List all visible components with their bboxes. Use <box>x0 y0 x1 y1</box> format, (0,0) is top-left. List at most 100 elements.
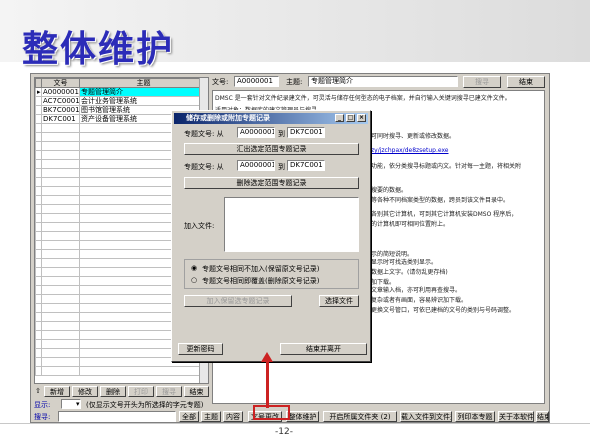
content-line: DMSC 是一套针对文件纪录建文件，可灵活与储存任何型态的电子档案，并自行输入关… <box>215 95 511 102</box>
doc-no-field[interactable]: A0000001 <box>234 76 279 87</box>
update-password-button[interactable]: 更新密码 <box>178 343 223 355</box>
page-number: -12- <box>275 427 293 437</box>
empty-cell <box>41 330 80 340</box>
empty-cell <box>41 231 80 241</box>
empty-cell <box>41 150 80 160</box>
range-from-2[interactable]: A0000001 <box>237 160 275 171</box>
maintenance-button[interactable]: 整体维护 <box>286 411 319 422</box>
empty-cell <box>41 321 80 331</box>
empty-cell <box>41 348 80 358</box>
slide-title: 整体维护 <box>22 29 175 70</box>
search-all-button[interactable]: 全部 <box>179 411 199 422</box>
content-line: 文章输入档，亦可利用再查搜寻。 <box>371 287 462 294</box>
up-arrow-icon[interactable]: ⇧ <box>35 387 41 395</box>
about-button[interactable]: 关于本软件 <box>498 411 534 422</box>
empty-cell <box>41 366 80 376</box>
minimize-icon[interactable]: _ <box>335 114 344 122</box>
close-top-button[interactable]: 结束 <box>507 76 545 88</box>
empty-cell <box>41 312 80 322</box>
finish-exit-button[interactable]: 结束并离开 <box>280 343 367 355</box>
maximize-icon[interactable]: □ <box>346 114 355 122</box>
empty-cell <box>41 123 80 133</box>
empty-cell <box>41 186 80 196</box>
empty-cell <box>41 168 80 178</box>
radio-skip-icon[interactable]: ◉ <box>191 264 197 272</box>
search-content-button[interactable]: 内容 <box>223 411 243 422</box>
cell-no: A0000001 <box>41 87 80 97</box>
display-label: 显示: <box>34 401 51 409</box>
empty-cell <box>41 276 80 286</box>
table-row <box>35 366 208 376</box>
range-label-2: 专题文号: 从 <box>184 163 224 171</box>
radio-overwrite-icon[interactable]: ○ <box>191 276 197 284</box>
pointer-arrow <box>266 358 269 408</box>
cell-title: 专题管理简介 <box>79 87 208 97</box>
delete-button[interactable]: 删除 <box>100 386 126 397</box>
load-file-button[interactable]: 载入文件到文件夹 <box>400 411 452 422</box>
cell-no: BK7C0001 <box>41 105 80 115</box>
empty-cell <box>41 357 80 367</box>
empty-cell <box>41 258 80 268</box>
table-row[interactable]: AC7C0001 会计业务管理系统 <box>35 96 208 106</box>
footer-divider <box>0 423 590 424</box>
radio-skip-label: 专题文号相同不加入(保留原文号记录) <box>202 265 320 273</box>
column-header-no[interactable]: 文号 <box>41 78 80 88</box>
empty-cell <box>41 159 80 169</box>
row-pointer-icon: ▸ <box>35 87 42 97</box>
empty-cell <box>41 267 80 277</box>
dialog-titlebar[interactable]: 储存或删除或附加专题记录 _ □ × <box>174 113 368 124</box>
search-button[interactable]: 搜寻 <box>156 386 182 397</box>
content-line: 复杂或者有画面，容易辨识加下载。 <box>371 297 468 304</box>
print-button[interactable]: 打印 <box>128 386 154 397</box>
content-line: 显示时可找选类别显示。 <box>371 259 438 266</box>
content-line: 数据上文字。(请勿乱更存档) <box>371 269 448 276</box>
empty-cell <box>41 339 80 349</box>
range-to-2[interactable]: DK7C001 <box>287 160 325 171</box>
search-top-button[interactable]: 搜寻 <box>463 76 501 88</box>
highlight-box <box>253 405 290 420</box>
range-from-1[interactable]: A0000001 <box>237 127 275 138</box>
subject-field[interactable]: 专题管理简介 <box>308 76 458 87</box>
content-line: 更换文号管口，可依已建档的文号的类别与号码调整。 <box>371 307 516 314</box>
display-dropdown-icon[interactable]: ▾ <box>76 400 80 408</box>
subject-label: 主题: <box>286 78 303 86</box>
empty-cell <box>41 303 80 313</box>
export-button[interactable]: 汇出选定范围专题记录 <box>184 143 359 155</box>
column-header-title[interactable]: 主题 <box>79 78 208 88</box>
cell-no: DK7C001 <box>41 114 80 124</box>
empty-cell <box>41 249 80 259</box>
content-line: 可同时搜寻、更新或修改数据。 <box>371 133 456 140</box>
delete-range-button[interactable]: 删除选定范围专题记录 <box>184 177 359 189</box>
empty-cell <box>41 132 80 142</box>
empty-cell <box>41 141 80 151</box>
empty-cell <box>41 285 80 295</box>
search-subject-button[interactable]: 主题 <box>201 411 221 422</box>
empty-cell <box>41 204 80 214</box>
dialog-title: 储存或删除或附加专题记录 <box>186 114 270 122</box>
choose-file-button[interactable]: 选择文件 <box>319 295 359 307</box>
open-folder-button[interactable]: 开启所属文件夹 (2) <box>323 411 397 422</box>
empty-cell <box>41 177 80 187</box>
content-line: 功能，依分类搜寻标题或内文。针对每一主题，将相关附 <box>371 163 522 170</box>
join-records-button[interactable]: 加入保留选专题记录 <box>184 295 292 307</box>
slide: 整体维护 文号 主题 ▸ A0000001 专题管理简介 AC7C0001 会计… <box>0 0 590 445</box>
add-button[interactable]: 新增 <box>44 386 70 397</box>
range-to-1[interactable]: DK7C001 <box>287 127 325 138</box>
content-line: zy/jzchpax/de8zsetup.exe <box>371 147 449 154</box>
edit-button[interactable]: 修改 <box>72 386 98 397</box>
display-hint: (仅显示文号开头为所选择的字元专题) <box>86 401 204 409</box>
end-button[interactable]: 结束 <box>184 386 209 397</box>
join-file-field[interactable] <box>224 197 359 252</box>
print-topic-button[interactable]: 列印本专题 <box>455 411 495 422</box>
bottom-row: 搜寻: 全部 主题 内容 文号更改 整体维护 开启所属文件夹 (2) 载入文件到… <box>34 411 549 423</box>
content-line: 各别其它计算机，可到其它计算机安装DMSO 程序后， <box>371 211 518 218</box>
exit-button[interactable]: 结束 <box>536 411 549 422</box>
search-input[interactable] <box>58 411 176 422</box>
join-file-label: 加入文件: <box>184 222 215 230</box>
content-line: 等各种不同档案类型的数据，跨员到该文件目录中。 <box>371 197 510 204</box>
close-icon[interactable]: × <box>357 114 366 122</box>
cell-title: 会计业务管理系统 <box>79 96 208 106</box>
empty-cell <box>41 222 80 232</box>
table-row[interactable]: ▸ A0000001 专题管理简介 <box>35 87 208 97</box>
to-label-2: 到 <box>278 163 285 171</box>
